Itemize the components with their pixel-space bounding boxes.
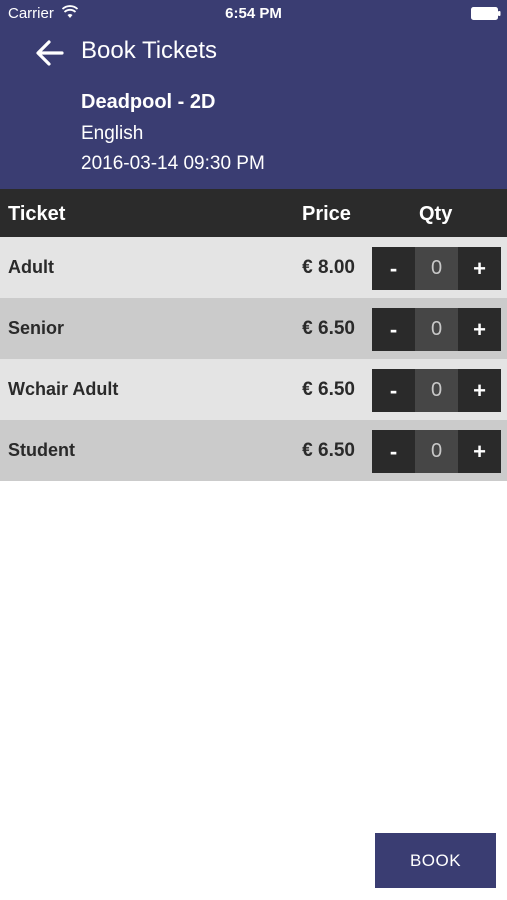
quantity-stepper: - 0 + <box>372 308 501 351</box>
ticket-price: € 6.50 <box>302 318 355 339</box>
quantity-stepper: - 0 + <box>372 430 501 473</box>
movie-language: English <box>81 123 144 144</box>
book-button[interactable]: BOOK <box>375 833 496 888</box>
ticket-type-label: Senior <box>8 318 65 338</box>
quantity-value: 0 <box>415 247 458 290</box>
increment-button[interactable]: + <box>458 430 501 473</box>
quantity-stepper: - 0 + <box>372 247 501 290</box>
column-header-ticket: Ticket <box>8 203 66 225</box>
movie-datetime: 2016-03-14 09:30 PM <box>81 153 265 174</box>
quantity-value: 0 <box>415 369 458 412</box>
decrement-button[interactable]: - <box>372 369 415 412</box>
decrement-button[interactable]: - <box>372 308 415 351</box>
ticket-row-senior: Senior € 6.50 - 0 + <box>0 298 507 359</box>
status-time: 6:54 PM <box>225 5 282 22</box>
movie-title: Deadpool - 2D <box>81 91 216 113</box>
ticket-type-label: Student <box>8 440 75 460</box>
increment-button[interactable]: + <box>458 247 501 290</box>
page-title: Book Tickets <box>81 37 218 64</box>
ticket-price: € 6.50 <box>302 379 355 400</box>
quantity-value: 0 <box>415 430 458 473</box>
quantity-stepper: - 0 + <box>372 369 501 412</box>
column-header-price: Price <box>302 203 351 225</box>
ticket-type-label: Adult <box>8 257 54 277</box>
increment-button[interactable]: + <box>458 308 501 351</box>
battery-icon <box>471 7 501 20</box>
column-header-qty: Qty <box>419 203 453 225</box>
decrement-button[interactable]: - <box>372 247 415 290</box>
header: Carrier 6:54 PM Book Tickets Deadpool - … <box>0 0 507 189</box>
ticket-table-header: Ticket Price Qty <box>0 189 507 237</box>
status-bar: Carrier 6:54 PM <box>0 0 507 28</box>
ticket-row-wchair-adult: Wchair Adult € 6.50 - 0 + <box>0 359 507 420</box>
ticket-rows: Adult € 8.00 - 0 + Senior € 6.50 - 0 + W… <box>0 237 507 481</box>
ticket-type-label: Wchair Adult <box>8 379 119 399</box>
ticket-price: € 6.50 <box>302 440 355 461</box>
quantity-value: 0 <box>415 308 458 351</box>
back-arrow-icon[interactable] <box>34 38 66 68</box>
ticket-price: € 8.00 <box>302 257 355 278</box>
increment-button[interactable]: + <box>458 369 501 412</box>
ticket-row-student: Student € 6.50 - 0 + <box>0 420 507 481</box>
decrement-button[interactable]: - <box>372 430 415 473</box>
ticket-row-adult: Adult € 8.00 - 0 + <box>0 237 507 298</box>
